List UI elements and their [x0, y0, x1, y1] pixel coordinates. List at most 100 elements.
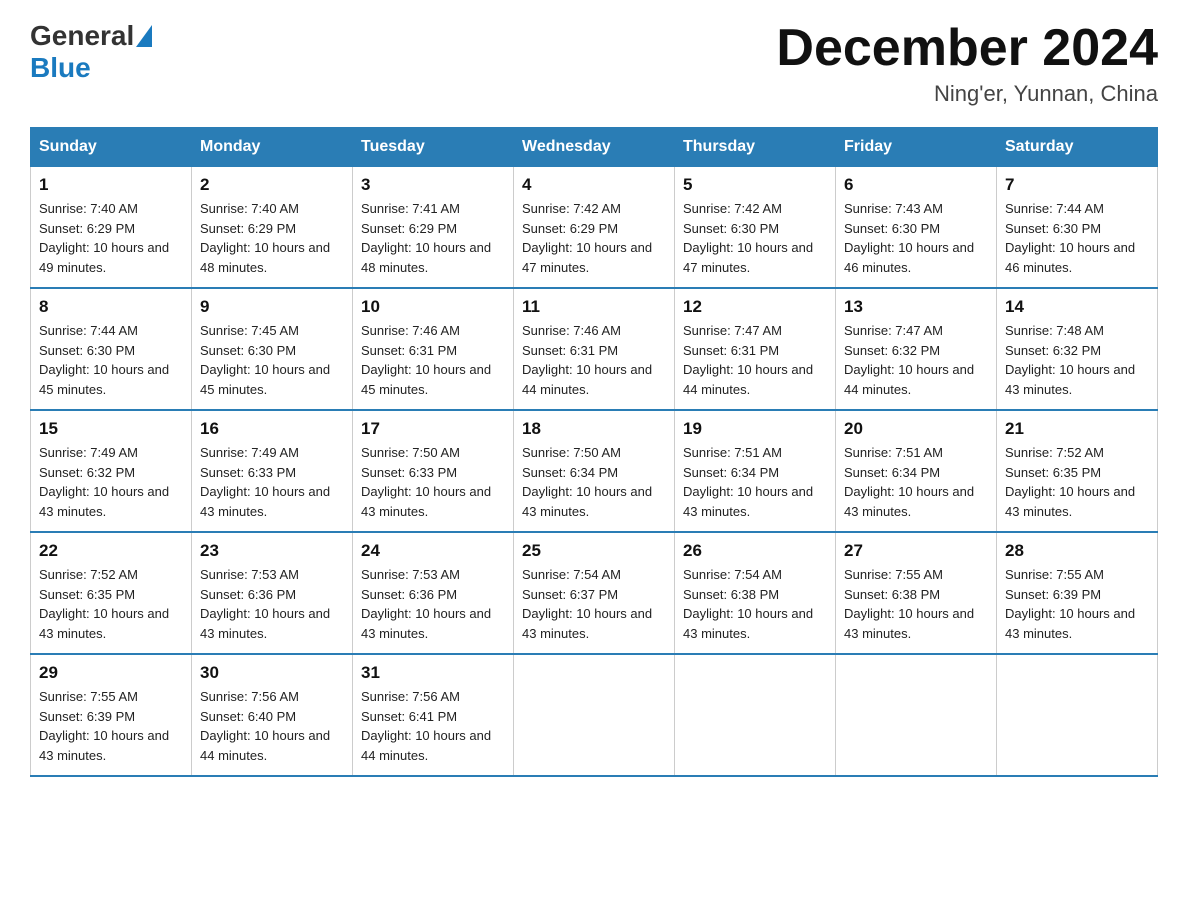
calendar-cell: [514, 654, 675, 776]
calendar-cell: 28Sunrise: 7:55 AMSunset: 6:39 PMDayligh…: [997, 532, 1158, 654]
logo: General Blue: [30, 20, 154, 84]
day-number: 21: [1005, 419, 1149, 439]
day-info: Sunrise: 7:44 AMSunset: 6:30 PMDaylight:…: [1005, 201, 1135, 275]
calendar-cell: 11 Sunrise: 7:46 AMSunset: 6:31 PMDayligh…: [514, 288, 675, 410]
day-number: 10: [361, 297, 505, 317]
calendar-cell: 21 Sunrise: 7:52 AMSunset: 6:35 PMDayligh…: [997, 410, 1158, 532]
day-info: Sunrise: 7:56 AMSunset: 6:40 PMDaylight:…: [200, 689, 330, 763]
day-info: Sunrise: 7:41 AMSunset: 6:29 PMDaylight:…: [361, 201, 491, 275]
calendar-cell: 17Sunrise: 7:50 AMSunset: 6:33 PMDayligh…: [353, 410, 514, 532]
col-header-thursday: Thursday: [675, 128, 836, 167]
day-number: 12: [683, 297, 827, 317]
day-info: Sunrise: 7:52 AMSunset: 6:35 PMDaylight:…: [1005, 445, 1135, 519]
calendar-cell: 7 Sunrise: 7:44 AMSunset: 6:30 PMDaylight…: [997, 167, 1158, 289]
day-info: Sunrise: 7:48 AMSunset: 6:32 PMDaylight:…: [1005, 323, 1135, 397]
calendar-cell: 14 Sunrise: 7:48 AMSunset: 6:32 PMDayligh…: [997, 288, 1158, 410]
calendar-cell: 31Sunrise: 7:56 AMSunset: 6:41 PMDayligh…: [353, 654, 514, 776]
calendar-cell: 30Sunrise: 7:56 AMSunset: 6:40 PMDayligh…: [192, 654, 353, 776]
col-header-tuesday: Tuesday: [353, 128, 514, 167]
day-number: 29: [39, 663, 183, 683]
day-number: 7: [1005, 175, 1149, 195]
calendar-header-row: SundayMondayTuesdayWednesdayThursdayFrid…: [31, 128, 1158, 167]
day-number: 24: [361, 541, 505, 561]
day-number: 23: [200, 541, 344, 561]
calendar-cell: 13Sunrise: 7:47 AMSunset: 6:32 PMDayligh…: [836, 288, 997, 410]
day-info: Sunrise: 7:40 AMSunset: 6:29 PMDaylight:…: [39, 201, 169, 275]
col-header-monday: Monday: [192, 128, 353, 167]
month-title: December 2024: [776, 20, 1158, 77]
calendar-cell: 5Sunrise: 7:42 AMSunset: 6:30 PMDaylight…: [675, 167, 836, 289]
day-number: 6: [844, 175, 988, 195]
day-number: 11: [522, 297, 666, 317]
calendar-cell: 4 Sunrise: 7:42 AMSunset: 6:29 PMDaylight…: [514, 167, 675, 289]
calendar-cell: 10 Sunrise: 7:46 AMSunset: 6:31 PMDayligh…: [353, 288, 514, 410]
day-info: Sunrise: 7:53 AMSunset: 6:36 PMDaylight:…: [361, 567, 491, 641]
day-info: Sunrise: 7:46 AMSunset: 6:31 PMDaylight:…: [361, 323, 491, 397]
calendar-cell: 16Sunrise: 7:49 AMSunset: 6:33 PMDayligh…: [192, 410, 353, 532]
day-info: Sunrise: 7:45 AMSunset: 6:30 PMDaylight:…: [200, 323, 330, 397]
col-header-wednesday: Wednesday: [514, 128, 675, 167]
logo-blue-text: Blue: [30, 52, 91, 84]
calendar-week-row: 1 Sunrise: 7:40 AMSunset: 6:29 PMDaylight…: [31, 167, 1158, 289]
calendar-cell: 6 Sunrise: 7:43 AMSunset: 6:30 PMDaylight…: [836, 167, 997, 289]
day-info: Sunrise: 7:46 AMSunset: 6:31 PMDaylight:…: [522, 323, 652, 397]
day-info: Sunrise: 7:56 AMSunset: 6:41 PMDaylight:…: [361, 689, 491, 763]
day-info: Sunrise: 7:55 AMSunset: 6:39 PMDaylight:…: [39, 689, 169, 763]
calendar-cell: 18 Sunrise: 7:50 AMSunset: 6:34 PMDayligh…: [514, 410, 675, 532]
col-header-sunday: Sunday: [31, 128, 192, 167]
day-number: 1: [39, 175, 183, 195]
day-number: 26: [683, 541, 827, 561]
day-number: 8: [39, 297, 183, 317]
day-info: Sunrise: 7:43 AMSunset: 6:30 PMDaylight:…: [844, 201, 974, 275]
calendar-cell: 26 Sunrise: 7:54 AMSunset: 6:38 PMDayligh…: [675, 532, 836, 654]
calendar-cell: 15 Sunrise: 7:49 AMSunset: 6:32 PMDayligh…: [31, 410, 192, 532]
calendar-cell: 20Sunrise: 7:51 AMSunset: 6:34 PMDayligh…: [836, 410, 997, 532]
day-info: Sunrise: 7:47 AMSunset: 6:31 PMDaylight:…: [683, 323, 813, 397]
day-info: Sunrise: 7:55 AMSunset: 6:39 PMDaylight:…: [1005, 567, 1135, 641]
logo-triangle-icon: [136, 25, 152, 47]
day-number: 15: [39, 419, 183, 439]
calendar-cell: 9 Sunrise: 7:45 AMSunset: 6:30 PMDaylight…: [192, 288, 353, 410]
day-number: 27: [844, 541, 988, 561]
calendar-cell: [675, 654, 836, 776]
calendar-cell: 3 Sunrise: 7:41 AMSunset: 6:29 PMDaylight…: [353, 167, 514, 289]
day-number: 4: [522, 175, 666, 195]
calendar-cell: 24 Sunrise: 7:53 AMSunset: 6:36 PMDayligh…: [353, 532, 514, 654]
page-header: General Blue December 2024 Ning'er, Yunn…: [30, 20, 1158, 107]
day-number: 5: [683, 175, 827, 195]
col-header-saturday: Saturday: [997, 128, 1158, 167]
day-number: 18: [522, 419, 666, 439]
calendar-cell: 8Sunrise: 7:44 AMSunset: 6:30 PMDaylight…: [31, 288, 192, 410]
calendar-week-row: 29 Sunrise: 7:55 AMSunset: 6:39 PMDayligh…: [31, 654, 1158, 776]
day-info: Sunrise: 7:51 AMSunset: 6:34 PMDaylight:…: [844, 445, 974, 519]
calendar-cell: [836, 654, 997, 776]
calendar-cell: 19Sunrise: 7:51 AMSunset: 6:34 PMDayligh…: [675, 410, 836, 532]
day-info: Sunrise: 7:51 AMSunset: 6:34 PMDaylight:…: [683, 445, 813, 519]
day-info: Sunrise: 7:54 AMSunset: 6:37 PMDaylight:…: [522, 567, 652, 641]
location: Ning'er, Yunnan, China: [776, 81, 1158, 107]
day-info: Sunrise: 7:53 AMSunset: 6:36 PMDaylight:…: [200, 567, 330, 641]
logo-general-text: General: [30, 20, 134, 52]
calendar-cell: 2Sunrise: 7:40 AMSunset: 6:29 PMDaylight…: [192, 167, 353, 289]
header-right: December 2024 Ning'er, Yunnan, China: [776, 20, 1158, 107]
day-info: Sunrise: 7:55 AMSunset: 6:38 PMDaylight:…: [844, 567, 974, 641]
day-info: Sunrise: 7:49 AMSunset: 6:32 PMDaylight:…: [39, 445, 169, 519]
calendar-cell: [997, 654, 1158, 776]
day-info: Sunrise: 7:50 AMSunset: 6:34 PMDaylight:…: [522, 445, 652, 519]
calendar-cell: 25Sunrise: 7:54 AMSunset: 6:37 PMDayligh…: [514, 532, 675, 654]
day-info: Sunrise: 7:54 AMSunset: 6:38 PMDaylight:…: [683, 567, 813, 641]
calendar-cell: 29 Sunrise: 7:55 AMSunset: 6:39 PMDayligh…: [31, 654, 192, 776]
day-number: 17: [361, 419, 505, 439]
day-info: Sunrise: 7:42 AMSunset: 6:29 PMDaylight:…: [522, 201, 652, 275]
day-number: 22: [39, 541, 183, 561]
day-number: 9: [200, 297, 344, 317]
day-info: Sunrise: 7:49 AMSunset: 6:33 PMDaylight:…: [200, 445, 330, 519]
calendar-week-row: 8Sunrise: 7:44 AMSunset: 6:30 PMDaylight…: [31, 288, 1158, 410]
calendar-table: SundayMondayTuesdayWednesdayThursdayFrid…: [30, 127, 1158, 777]
day-number: 3: [361, 175, 505, 195]
calendar-cell: 27 Sunrise: 7:55 AMSunset: 6:38 PMDayligh…: [836, 532, 997, 654]
day-info: Sunrise: 7:52 AMSunset: 6:35 PMDaylight:…: [39, 567, 169, 641]
calendar-cell: 23 Sunrise: 7:53 AMSunset: 6:36 PMDayligh…: [192, 532, 353, 654]
day-info: Sunrise: 7:40 AMSunset: 6:29 PMDaylight:…: [200, 201, 330, 275]
day-number: 14: [1005, 297, 1149, 317]
